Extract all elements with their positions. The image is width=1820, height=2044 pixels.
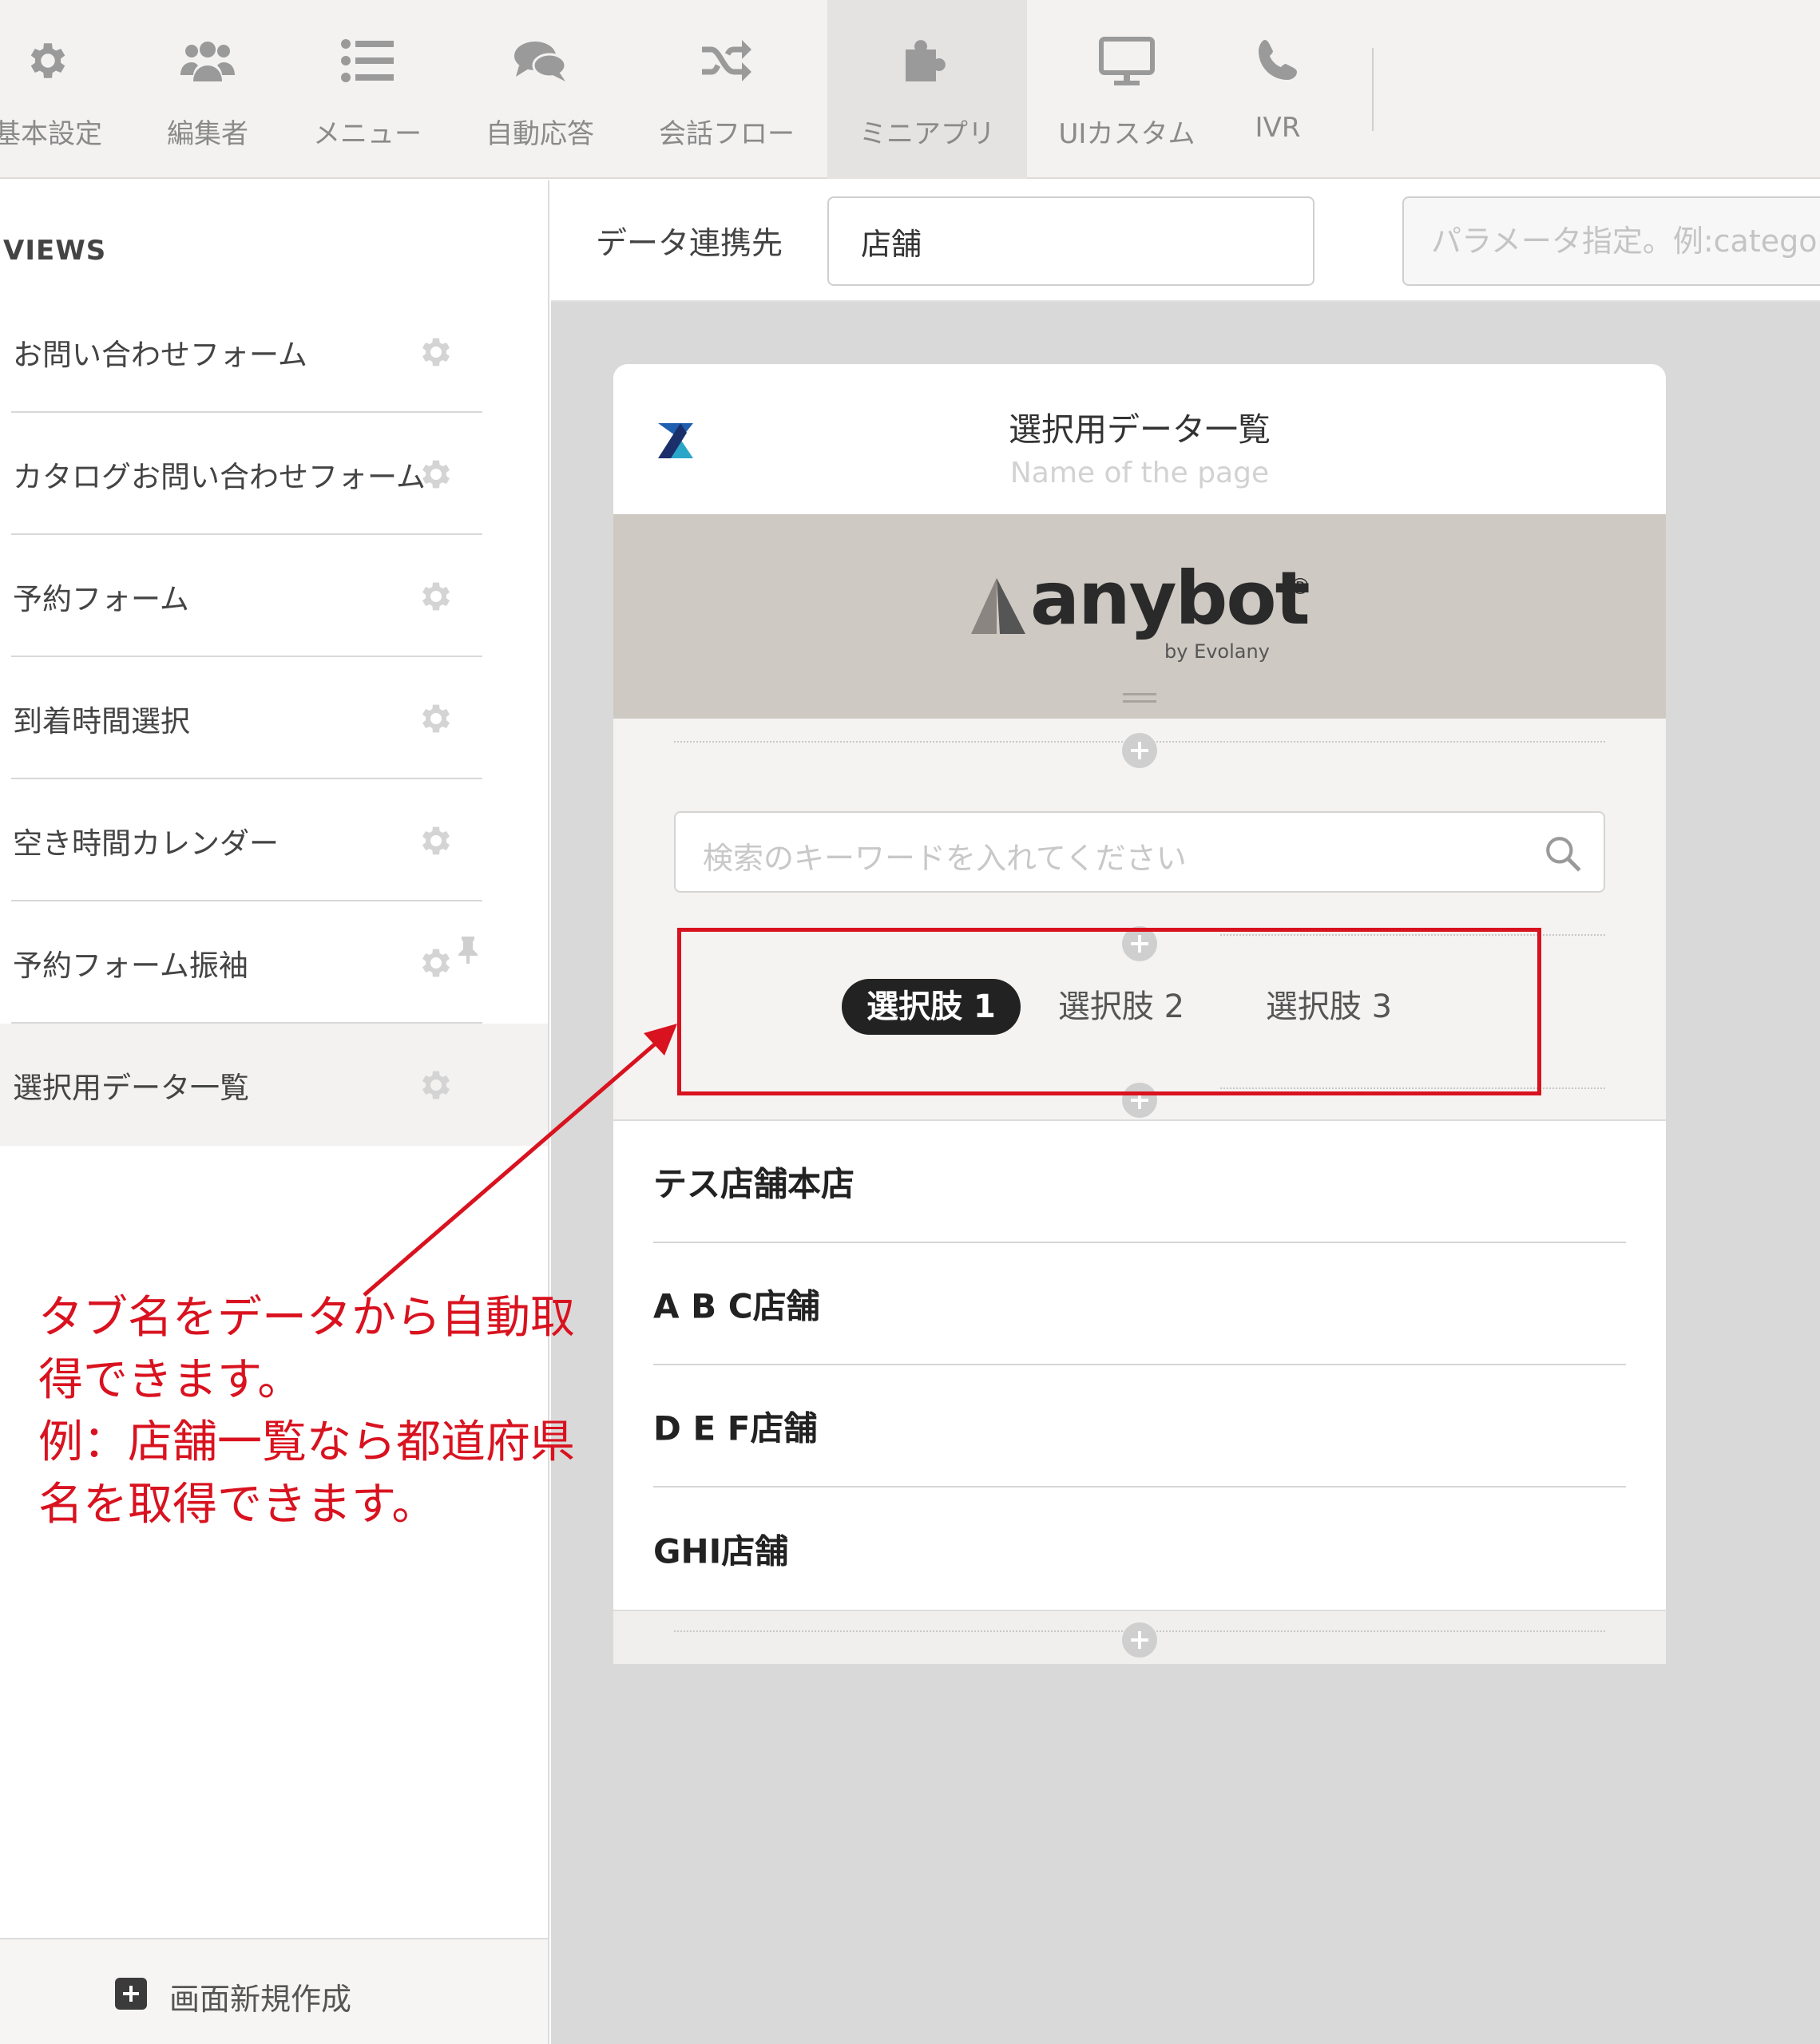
brand-name: anybot (1030, 556, 1310, 641)
brand-registered-mark: ® (1289, 573, 1311, 600)
view-item-selection-data-list[interactable]: 選択用データ一覧 (0, 1024, 548, 1146)
new-screen-button[interactable]: 画面新規作成 (0, 1938, 548, 2044)
gear-icon[interactable] (417, 333, 455, 371)
gear-icon[interactable] (417, 1066, 455, 1104)
pin-icon[interactable] (458, 937, 478, 964)
data-source-input[interactable] (827, 196, 1314, 286)
brand-byline: by Evolany (1164, 640, 1270, 663)
list-item[interactable]: テス店舗本店 (653, 1121, 1626, 1243)
views-title: VIEWS (3, 235, 107, 267)
search-input[interactable]: 検索のキーワードを入れてください (674, 811, 1605, 893)
puzzle-icon (827, 32, 1027, 89)
data-source-label: データ連携先 (596, 226, 783, 262)
view-item-label: カタログお問い合わせフォーム (13, 459, 426, 494)
store-list: テス店舗本店 A B C店舗 D E F店舗 GHI店舗 (613, 1119, 1666, 1610)
users-icon (152, 32, 264, 89)
view-item-label: お問い合わせフォーム (13, 337, 307, 372)
view-item-catalog-contact-form[interactable]: カタログお問い合わせフォーム (0, 413, 548, 535)
list-item[interactable]: GHI店舗 (653, 1487, 1626, 1610)
monitor-icon (1051, 32, 1203, 89)
parameter-input[interactable] (1402, 196, 1820, 286)
page-title: 選択用データ一覧 (1009, 410, 1271, 449)
list-footer (613, 1610, 1666, 1664)
toolbar-item-editors[interactable]: 編集者 (152, 0, 264, 179)
toolbar-item-ivr[interactable]: IVR (1230, 0, 1326, 179)
view-item-label: 選択用データ一覧 (13, 1070, 249, 1105)
list-item-label: D E F店舗 (653, 1408, 818, 1448)
toolbar-item-auto-reply[interactable]: 自動応答 (476, 0, 604, 179)
toolbar-label: 自動応答 (486, 118, 594, 150)
gear-icon[interactable] (417, 699, 455, 738)
toolbar-item-menu[interactable]: メニュー (303, 0, 431, 179)
add-block-icon[interactable] (1122, 733, 1157, 768)
new-screen-label: 画面新規作成 (169, 1982, 352, 2017)
chat-bubbles-icon (476, 32, 604, 89)
view-item-availability-calendar[interactable]: 空き時間カレンダー (0, 779, 548, 901)
callout-line: タブ名をデータから自動取 (38, 1292, 575, 1344)
view-item-arrival-time[interactable]: 到着時間選択 (0, 657, 548, 779)
top-toolbar: 基本設定 編集者 メニュー 自動応答 会話フロー ミニアプリ UIカスタム IV… (0, 0, 1820, 179)
toolbar-item-conversation-flow[interactable]: 会話フロー (648, 0, 805, 179)
list-item[interactable]: A B C店舗 (653, 1243, 1626, 1365)
phone-icon (1230, 32, 1326, 89)
brand-banner[interactable]: anybot ® by Evolany (613, 514, 1666, 719)
add-block-icon[interactable] (1122, 1622, 1157, 1658)
search-icon[interactable] (1543, 834, 1583, 873)
annotation-highlight-box (677, 928, 1541, 1095)
toolbar-label: 基本設定 (0, 118, 102, 150)
gear-icon[interactable] (417, 944, 455, 982)
callout-line: 得できます。 (38, 1354, 303, 1406)
list-icon (303, 32, 431, 89)
view-item-label: 予約フォーム (13, 581, 189, 616)
page-subtitle: Name of the page (1009, 457, 1270, 489)
gear-icon (0, 32, 112, 89)
preview-header: 選択用データ一覧 Name of the page (613, 364, 1666, 514)
view-item-furisode-reservation[interactable]: 予約フォーム振袖 (0, 901, 548, 1024)
search-placeholder: 検索のキーワードを入れてください (703, 841, 1187, 876)
views-sidebar: VIEWS お問い合わせフォーム カタログお問い合わせフォーム 予約フォーム 到… (0, 180, 549, 2044)
callout-line: 名を取得できます。 (38, 1479, 437, 1531)
drag-handle[interactable] (1123, 693, 1156, 703)
annotation-callout: タブ名をデータから自動取 得できます。 例：店舗一覧なら都道府県 名を取得できま… (38, 1287, 597, 1536)
callout-line: 例：店舗一覧なら都道府県 (38, 1416, 575, 1468)
list-item-label: テス店舗本店 (653, 1164, 855, 1203)
anybot-logo-icon (971, 578, 1025, 634)
data-source-bar: データ連携先 (551, 180, 1820, 302)
view-item-reservation-form[interactable]: 予約フォーム (0, 535, 548, 657)
gear-icon[interactable] (417, 455, 455, 493)
toolbar-label: メニュー (313, 118, 422, 150)
toolbar-label: IVR (1255, 112, 1301, 144)
view-item-label: 到着時間選択 (13, 703, 190, 739)
list-item-label: A B C店舗 (653, 1286, 820, 1325)
toolbar-label: UIカスタム (1058, 118, 1195, 150)
list-item[interactable]: D E F店舗 (653, 1365, 1626, 1487)
toolbar-label: ミニアプリ (859, 118, 995, 150)
view-item-label: 予約フォーム振袖 (13, 948, 248, 983)
plus-square-icon (115, 1978, 147, 2010)
toolbar-item-basic-settings[interactable]: 基本設定 (0, 0, 112, 179)
gear-icon[interactable] (417, 822, 455, 860)
toolbar-separator (1372, 48, 1374, 131)
view-item-label: 空き時間カレンダー (13, 826, 279, 861)
toolbar-item-ui-custom[interactable]: UIカスタム (1051, 0, 1203, 179)
toolbar-label: 会話フロー (659, 118, 795, 150)
view-item-contact-form[interactable]: お問い合わせフォーム (0, 291, 548, 413)
shuffle-icon (648, 32, 805, 89)
list-item-label: GHI店舗 (653, 1531, 789, 1571)
gear-icon[interactable] (417, 577, 455, 616)
toolbar-item-mini-app[interactable]: ミニアプリ (827, 0, 1027, 179)
toolbar-label: 編集者 (167, 118, 248, 150)
